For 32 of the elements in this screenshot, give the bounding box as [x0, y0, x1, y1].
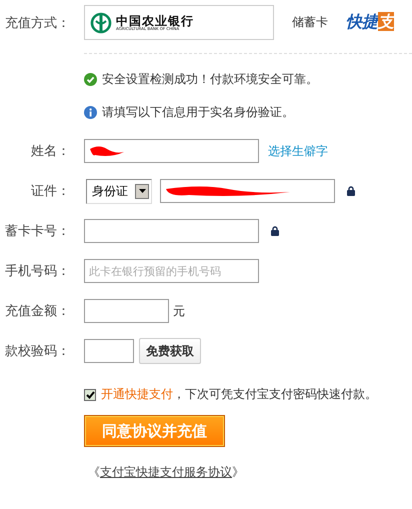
card-type: 储蓄卡 [292, 14, 328, 31]
bank-name: 中国农业银行 [116, 14, 194, 26]
bank-logo-icon [90, 12, 112, 34]
amount-field[interactable] [84, 299, 169, 323]
info-icon [84, 106, 97, 118]
bracket-text: 》 [232, 464, 244, 481]
caret-icon [138, 189, 146, 193]
option-text: ，下次可凭支付宝支付密码快速付款。 [173, 386, 377, 403]
field-label: 充值方式： [4, 14, 70, 32]
notice-text: 请填写以下信息用于实名身份验证。 [102, 104, 294, 120]
phone-field[interactable]: 此卡在银行预留的手机号码 [84, 259, 259, 283]
agreement-link[interactable]: 支付宝快捷支付服务协议 [100, 464, 232, 481]
id-type-select[interactable]: 身份证 [86, 178, 152, 204]
rare-character-link[interactable]: 选择生僻字 [268, 142, 328, 160]
unit-label: 元 [173, 302, 185, 320]
name-field[interactable] [84, 139, 259, 163]
bracket-text: 《 [88, 464, 100, 481]
verification-code-field[interactable] [84, 339, 134, 363]
check-circle-icon [84, 72, 97, 86]
checkbox[interactable] [84, 388, 96, 400]
card-number-field[interactable] [84, 219, 259, 243]
get-code-button[interactable]: 免费获取 [139, 338, 201, 364]
field-label: 款校验码： [4, 343, 70, 360]
field-label: 姓名： [30, 143, 70, 160]
field-label: 手机号码： [4, 263, 70, 280]
quick-pay-logo: 快捷支 [346, 12, 394, 33]
checkmark-icon [86, 390, 94, 398]
field-label: 证件： [30, 183, 70, 200]
field-label: 蓄卡卡号： [4, 223, 70, 240]
notice-text: 安全设置检测成功！付款环境安全可靠。 [102, 70, 318, 88]
field-label: 充值金额： [4, 303, 70, 320]
id-number-field[interactable] [160, 179, 335, 203]
